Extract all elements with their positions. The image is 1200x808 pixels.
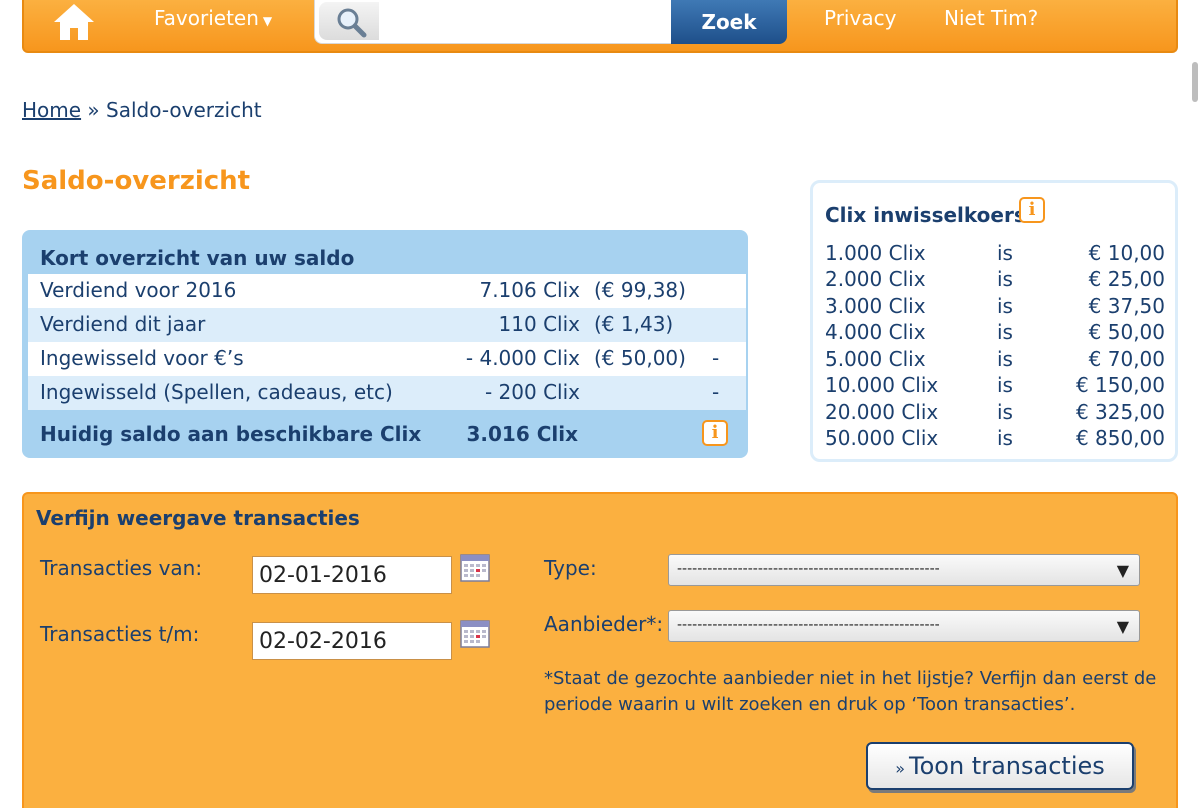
rate-value: € 325,00: [1075, 400, 1165, 424]
rate-value: € 70,00: [1088, 347, 1165, 371]
saldo-row-euro: (€ 99,38): [594, 278, 686, 302]
info-icon[interactable]: i: [702, 420, 728, 446]
scrollbar-thumb[interactable]: [1192, 62, 1198, 102]
rate-is: is: [997, 267, 1013, 291]
rate-amount: 1.000 Clix: [825, 241, 926, 265]
rate-value: € 150,00: [1075, 373, 1165, 397]
favorites-label: Favorieten: [154, 6, 259, 30]
breadcrumb: Home » Saldo-overzicht: [22, 98, 262, 122]
rate-is: is: [997, 426, 1013, 450]
chevron-down-icon: ▼: [1116, 561, 1129, 580]
rate-value: € 10,00: [1088, 241, 1165, 265]
provider-note: *Staat de gezochte aanbieder niet in het…: [544, 668, 1157, 715]
exchange-rate-row: 3.000 Clix is € 37,50: [825, 294, 1165, 320]
filter-title: Verfijn weergave transacties: [36, 506, 360, 530]
transaction-filter-panel: Verfijn weergave transacties Transacties…: [22, 492, 1178, 808]
breadcrumb-current: Saldo-overzicht: [106, 98, 262, 122]
home-icon[interactable]: [52, 2, 96, 42]
chevron-down-icon: ▼: [1116, 617, 1129, 636]
saldo-summary-panel: Kort overzicht van uw saldo Verdiend voo…: [22, 230, 748, 458]
logout-link[interactable]: Niet Tim?: [944, 6, 1038, 30]
exchange-rate-row: 4.000 Clix is € 50,00: [825, 320, 1165, 346]
rate-value: € 50,00: [1088, 320, 1165, 344]
provider-select-value: ----------------------------------------…: [677, 617, 940, 633]
privacy-link[interactable]: Privacy: [824, 6, 896, 30]
search-bar: Zoek: [314, 0, 787, 44]
top-navigation-bar: Favorieten ▼ Zoek Privacy Niet Tim?: [22, 0, 1178, 53]
rate-amount: 20.000 Clix: [825, 400, 939, 424]
current-balance-value: 3.016 Clix: [466, 422, 578, 446]
saldo-row-label: Ingewisseld (Spellen, cadeaus, etc): [40, 380, 393, 404]
exchange-rate-row: 1.000 Clix is € 10,00: [825, 241, 1165, 267]
button-prefix: »: [895, 759, 906, 778]
saldo-row-dash: -: [712, 380, 720, 404]
calendar-icon[interactable]: [460, 554, 490, 582]
rate-is: is: [997, 320, 1013, 344]
rate-amount: 3.000 Clix: [825, 294, 926, 318]
rate-value: € 25,00: [1088, 267, 1165, 291]
rate-is: is: [997, 241, 1013, 265]
saldo-row: Ingewisseld (Spellen, cadeaus, etc) - 20…: [28, 376, 746, 410]
exchange-rate-row: 50.000 Clix is € 850,00: [825, 426, 1165, 452]
saldo-row-clix: - 4.000 Clix: [465, 346, 580, 370]
saldo-row-euro: (€ 1,43): [594, 312, 674, 336]
rate-value: € 37,50: [1088, 294, 1165, 318]
rate-is: is: [997, 373, 1013, 397]
saldo-row-clix: 7.106 Clix: [479, 278, 580, 302]
saldo-row: Verdiend voor 2016 7.106 Clix (€ 99,38): [28, 274, 746, 308]
rate-is: is: [997, 400, 1013, 424]
type-select-value: ----------------------------------------…: [677, 561, 940, 577]
saldo-row-clix: 110 Clix: [498, 312, 580, 336]
rate-amount: 2.000 Clix: [825, 267, 926, 291]
exchange-rate-title: Clix inwisselkoers: [825, 203, 1026, 227]
rate-amount: 10.000 Clix: [825, 373, 939, 397]
page-title: Saldo-overzicht: [22, 166, 251, 196]
saldo-row-label: Verdiend voor 2016: [40, 278, 237, 302]
saldo-row: Verdiend dit jaar 110 Clix (€ 1,43): [28, 308, 746, 342]
provider-label: Aanbieder*:: [544, 612, 664, 636]
search-button[interactable]: Zoek: [671, 0, 787, 44]
caret-down-icon: ▼: [262, 14, 273, 28]
rate-is: is: [997, 347, 1013, 371]
exchange-rate-row: 2.000 Clix is € 25,00: [825, 267, 1165, 293]
to-date-label: Transacties t/m:: [40, 622, 200, 646]
favorites-menu[interactable]: Favorieten ▼: [154, 6, 272, 30]
to-date-input[interactable]: [252, 622, 452, 660]
exchange-rate-row: 10.000 Clix is € 150,00: [825, 373, 1165, 399]
exchange-rate-row: 5.000 Clix is € 70,00: [825, 347, 1165, 373]
exchange-rate-row: 20.000 Clix is € 325,00: [825, 400, 1165, 426]
show-transactions-button[interactable]: » Toon transacties: [866, 742, 1134, 790]
saldo-heading: Kort overzicht van uw saldo: [40, 246, 355, 270]
saldo-row-label: Ingewisseld voor €’s: [40, 346, 244, 370]
type-select[interactable]: ----------------------------------------…: [668, 554, 1140, 586]
saldo-row-clix: - 200 Clix: [484, 380, 580, 404]
saldo-row-euro: (€ 50,00): [594, 346, 686, 370]
calendar-icon[interactable]: [460, 620, 490, 648]
breadcrumb-separator: »: [87, 98, 100, 122]
breadcrumb-home-link[interactable]: Home: [22, 98, 81, 122]
rate-is: is: [997, 294, 1013, 318]
search-icon: [319, 2, 379, 40]
exchange-rate-panel: Clix inwisselkoers i 1.000 Clix is € 10,…: [810, 180, 1178, 462]
rate-amount: 4.000 Clix: [825, 320, 926, 344]
saldo-row-dash: -: [712, 346, 720, 370]
saldo-row-label: Verdiend dit jaar: [40, 312, 206, 336]
current-balance-label: Huidig saldo aan beschikbare Clix: [40, 422, 422, 446]
rate-value: € 850,00: [1075, 426, 1165, 450]
info-icon[interactable]: i: [1019, 197, 1045, 223]
rate-amount: 50.000 Clix: [825, 426, 939, 450]
type-label: Type:: [544, 556, 597, 580]
provider-select[interactable]: ----------------------------------------…: [668, 610, 1140, 642]
saldo-row: Ingewisseld voor €’s - 4.000 Clix (€ 50,…: [28, 342, 746, 376]
from-date-label: Transacties van:: [40, 556, 203, 580]
rate-amount: 5.000 Clix: [825, 347, 926, 371]
search-input[interactable]: [381, 4, 637, 38]
show-transactions-label: Toon transacties: [909, 752, 1105, 780]
from-date-input[interactable]: [252, 556, 452, 594]
